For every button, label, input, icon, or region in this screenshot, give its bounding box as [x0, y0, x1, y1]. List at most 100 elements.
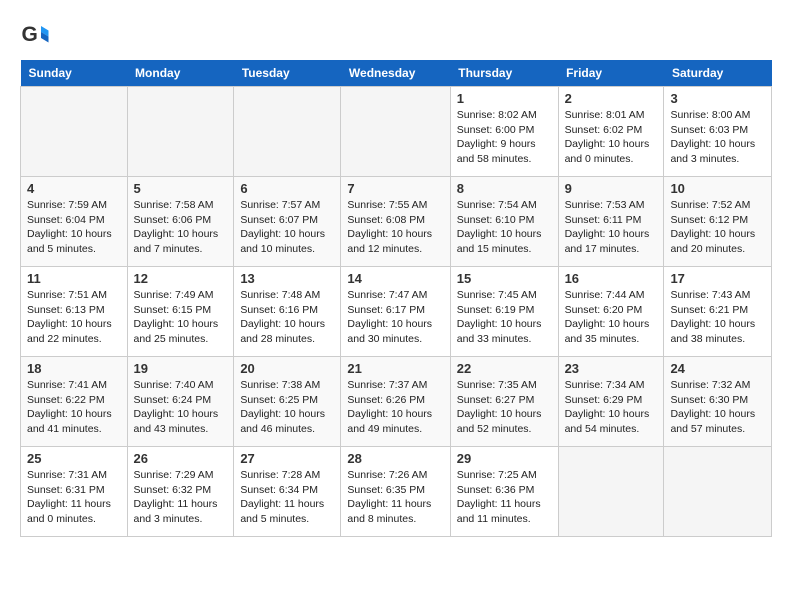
day-info: Sunrise: 8:01 AM Sunset: 6:02 PM Dayligh…	[565, 108, 658, 167]
calendar-table: SundayMondayTuesdayWednesdayThursdayFrid…	[20, 60, 772, 537]
page-header: G	[20, 20, 772, 50]
day-info: Sunrise: 7:35 AM Sunset: 6:27 PM Dayligh…	[457, 378, 552, 437]
day-info: Sunrise: 7:38 AM Sunset: 6:25 PM Dayligh…	[240, 378, 334, 437]
week-row-4: 18 Sunrise: 7:41 AM Sunset: 6:22 PM Dayli…	[21, 357, 772, 447]
day-number: 16	[565, 271, 658, 286]
calendar-cell: 4Sunrise: 7:59 AM Sunset: 6:04 PM Daylig…	[21, 177, 128, 267]
calendar-cell	[234, 87, 341, 177]
day-info: Sunrise: 7:52 AM Sunset: 6:12 PM Dayligh…	[670, 198, 765, 257]
day-info: Sunrise: 7:48 AM Sunset: 6:16 PM Dayligh…	[240, 288, 334, 347]
day-info: Sunrise: 8:02 AM Sunset: 6:00 PM Dayligh…	[457, 108, 552, 167]
calendar-cell	[127, 87, 234, 177]
calendar-cell: 11 Sunrise: 7:51 AM Sunset: 6:13 PM Dayli…	[21, 267, 128, 357]
calendar-cell: 18 Sunrise: 7:41 AM Sunset: 6:22 PM Dayli…	[21, 357, 128, 447]
weekday-header-thursday: Thursday	[450, 60, 558, 87]
calendar-cell: 20Sunrise: 7:38 AM Sunset: 6:25 PM Dayli…	[234, 357, 341, 447]
day-number: 22	[457, 361, 552, 376]
day-number: 10	[670, 181, 765, 196]
calendar-cell: 5 Sunrise: 7:58 AM Sunset: 6:06 PM Daylig…	[127, 177, 234, 267]
calendar-cell: 2 Sunrise: 8:01 AM Sunset: 6:02 PM Daylig…	[558, 87, 664, 177]
calendar-cell: 8 Sunrise: 7:54 AM Sunset: 6:10 PM Daylig…	[450, 177, 558, 267]
weekday-header-tuesday: Tuesday	[234, 60, 341, 87]
day-number: 5	[134, 181, 228, 196]
day-number: 26	[134, 451, 228, 466]
calendar-cell: 17 Sunrise: 7:43 AM Sunset: 6:21 PM Dayli…	[664, 267, 772, 357]
day-number: 14	[347, 271, 443, 286]
day-number: 17	[670, 271, 765, 286]
day-number: 8	[457, 181, 552, 196]
week-row-3: 11 Sunrise: 7:51 AM Sunset: 6:13 PM Dayli…	[21, 267, 772, 357]
day-info: Sunrise: 7:28 AM Sunset: 6:34 PM Dayligh…	[240, 468, 334, 527]
calendar-cell	[21, 87, 128, 177]
calendar-body: 1 Sunrise: 8:02 AM Sunset: 6:00 PM Daylig…	[21, 87, 772, 537]
calendar-cell: 28 Sunrise: 7:26 AM Sunset: 6:35 PM Dayli…	[341, 447, 450, 537]
day-info: Sunrise: 7:40 AM Sunset: 6:24 PM Dayligh…	[134, 378, 228, 437]
week-row-1: 1 Sunrise: 8:02 AM Sunset: 6:00 PM Daylig…	[21, 87, 772, 177]
day-info: Sunrise: 7:49 AM Sunset: 6:15 PM Dayligh…	[134, 288, 228, 347]
day-info: Sunrise: 7:45 AM Sunset: 6:19 PM Dayligh…	[457, 288, 552, 347]
day-info: Sunrise: 7:29 AM Sunset: 6:32 PM Dayligh…	[134, 468, 228, 527]
day-number: 9	[565, 181, 658, 196]
day-number: 11	[27, 271, 121, 286]
day-info: Sunrise: 8:00 AM Sunset: 6:03 PM Dayligh…	[670, 108, 765, 167]
calendar-cell: 27 Sunrise: 7:28 AM Sunset: 6:34 PM Dayli…	[234, 447, 341, 537]
day-number: 13	[240, 271, 334, 286]
day-number: 23	[565, 361, 658, 376]
calendar-cell: 9Sunrise: 7:53 AM Sunset: 6:11 PM Daylig…	[558, 177, 664, 267]
calendar-cell: 7 Sunrise: 7:55 AM Sunset: 6:08 PM Daylig…	[341, 177, 450, 267]
day-info: Sunrise: 7:43 AM Sunset: 6:21 PM Dayligh…	[670, 288, 765, 347]
calendar-cell	[341, 87, 450, 177]
calendar-cell: 6Sunrise: 7:57 AM Sunset: 6:07 PM Daylig…	[234, 177, 341, 267]
day-info: Sunrise: 7:41 AM Sunset: 6:22 PM Dayligh…	[27, 378, 121, 437]
day-info: Sunrise: 7:26 AM Sunset: 6:35 PM Dayligh…	[347, 468, 443, 527]
day-info: Sunrise: 7:47 AM Sunset: 6:17 PM Dayligh…	[347, 288, 443, 347]
weekday-header-friday: Friday	[558, 60, 664, 87]
weekday-header-sunday: Sunday	[21, 60, 128, 87]
day-number: 24	[670, 361, 765, 376]
logo-icon: G	[20, 20, 50, 50]
day-number: 28	[347, 451, 443, 466]
day-number: 7	[347, 181, 443, 196]
day-info: Sunrise: 7:34 AM Sunset: 6:29 PM Dayligh…	[565, 378, 658, 437]
calendar-cell: 22 Sunrise: 7:35 AM Sunset: 6:27 PM Dayli…	[450, 357, 558, 447]
calendar-cell: 15Sunrise: 7:45 AM Sunset: 6:19 PM Dayli…	[450, 267, 558, 357]
day-info: Sunrise: 7:44 AM Sunset: 6:20 PM Dayligh…	[565, 288, 658, 347]
day-number: 29	[457, 451, 552, 466]
calendar-cell: 13 Sunrise: 7:48 AM Sunset: 6:16 PM Dayli…	[234, 267, 341, 357]
day-number: 3	[670, 91, 765, 106]
svg-text:G: G	[22, 23, 38, 46]
day-number: 6	[240, 181, 334, 196]
week-row-2: 4Sunrise: 7:59 AM Sunset: 6:04 PM Daylig…	[21, 177, 772, 267]
weekday-header-row: SundayMondayTuesdayWednesdayThursdayFrid…	[21, 60, 772, 87]
day-number: 27	[240, 451, 334, 466]
calendar-cell: 25Sunrise: 7:31 AM Sunset: 6:31 PM Dayli…	[21, 447, 128, 537]
weekday-header-wednesday: Wednesday	[341, 60, 450, 87]
day-number: 19	[134, 361, 228, 376]
day-info: Sunrise: 7:55 AM Sunset: 6:08 PM Dayligh…	[347, 198, 443, 257]
calendar-cell: 23 Sunrise: 7:34 AM Sunset: 6:29 PM Dayli…	[558, 357, 664, 447]
day-number: 1	[457, 91, 552, 106]
day-info: Sunrise: 7:54 AM Sunset: 6:10 PM Dayligh…	[457, 198, 552, 257]
day-info: Sunrise: 7:25 AM Sunset: 6:36 PM Dayligh…	[457, 468, 552, 527]
calendar-cell: 21Sunrise: 7:37 AM Sunset: 6:26 PM Dayli…	[341, 357, 450, 447]
day-info: Sunrise: 7:51 AM Sunset: 6:13 PM Dayligh…	[27, 288, 121, 347]
weekday-header-saturday: Saturday	[664, 60, 772, 87]
calendar-cell	[664, 447, 772, 537]
day-info: Sunrise: 7:32 AM Sunset: 6:30 PM Dayligh…	[670, 378, 765, 437]
day-number: 4	[27, 181, 121, 196]
calendar-cell: 14 Sunrise: 7:47 AM Sunset: 6:17 PM Dayli…	[341, 267, 450, 357]
calendar-cell	[558, 447, 664, 537]
day-number: 2	[565, 91, 658, 106]
day-info: Sunrise: 7:37 AM Sunset: 6:26 PM Dayligh…	[347, 378, 443, 437]
calendar-cell: 29 Sunrise: 7:25 AM Sunset: 6:36 PM Dayli…	[450, 447, 558, 537]
calendar-cell: 19 Sunrise: 7:40 AM Sunset: 6:24 PM Dayli…	[127, 357, 234, 447]
weekday-header-monday: Monday	[127, 60, 234, 87]
calendar-cell: 3 Sunrise: 8:00 AM Sunset: 6:03 PM Daylig…	[664, 87, 772, 177]
calendar-cell: 16 Sunrise: 7:44 AM Sunset: 6:20 PM Dayli…	[558, 267, 664, 357]
day-number: 18	[27, 361, 121, 376]
calendar-cell: 1 Sunrise: 8:02 AM Sunset: 6:00 PM Daylig…	[450, 87, 558, 177]
day-info: Sunrise: 7:58 AM Sunset: 6:06 PM Dayligh…	[134, 198, 228, 257]
calendar-cell: 12 Sunrise: 7:49 AM Sunset: 6:15 PM Dayli…	[127, 267, 234, 357]
day-number: 12	[134, 271, 228, 286]
calendar-cell: 26 Sunrise: 7:29 AM Sunset: 6:32 PM Dayli…	[127, 447, 234, 537]
